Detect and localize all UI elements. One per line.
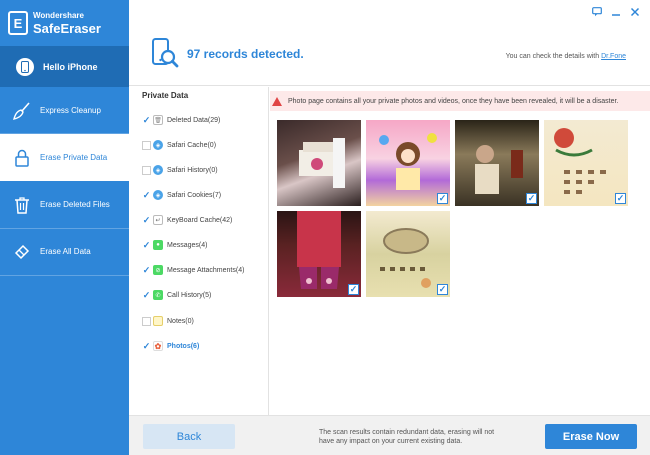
lock-icon: [11, 147, 33, 169]
category-safari-cookies[interactable]: ◈ Safari Cookies(7): [142, 188, 221, 202]
category-photos[interactable]: ✿ Photos(6): [142, 339, 199, 353]
checkbox[interactable]: [142, 290, 151, 300]
photo-checkbox[interactable]: ✓: [437, 193, 448, 204]
warning-text: Photo page contains all your private pho…: [288, 97, 619, 105]
private-data-title: Private Data: [142, 91, 189, 100]
category-label: Safari History(0): [167, 166, 218, 174]
broom-icon: [11, 100, 33, 122]
sidebar-item-label: Erase Deleted Files: [40, 200, 110, 209]
iphone-icon: [14, 56, 36, 78]
sidebar-item-hello-iphone[interactable]: Hello iPhone: [0, 46, 129, 87]
sidebar-item-erase-private-data[interactable]: Erase Private Data: [0, 134, 129, 181]
checkbox[interactable]: [142, 265, 151, 275]
category-messages[interactable]: ● Messages(4): [142, 238, 207, 252]
feedback-icon[interactable]: [592, 7, 602, 17]
checkbox[interactable]: [142, 140, 151, 150]
sidebar-item-label: Hello iPhone: [43, 61, 98, 72]
back-button[interactable]: Back: [143, 424, 235, 449]
checkbox[interactable]: [142, 341, 151, 351]
records-detected-title: 97 records detected.: [187, 47, 304, 61]
category-keyboard-cache[interactable]: ↵ KeyBoard Cache(42): [142, 213, 232, 227]
keyboard-icon: ↵: [153, 215, 163, 225]
category-label: Message Attachments(4): [167, 266, 245, 274]
sidebar-item-express-cleanup[interactable]: Express Cleanup: [0, 87, 129, 134]
minimize-button[interactable]: [611, 7, 621, 17]
sidebar-item-erase-all-data[interactable]: Erase All Data: [0, 228, 129, 275]
category-label: KeyBoard Cache(42): [167, 216, 233, 224]
drfone-link[interactable]: Dr.Fone: [601, 53, 626, 60]
safari-icon: ◈: [153, 165, 163, 175]
photo-thumbnail[interactable]: ✓: [544, 120, 628, 206]
photos-icon: ✿: [153, 341, 163, 351]
sidebar-item-erase-deleted-files[interactable]: Erase Deleted Files: [0, 181, 129, 228]
checkbox[interactable]: [142, 190, 151, 200]
category-call-history[interactable]: ✆ Call History(5): [142, 288, 211, 302]
header: 97 records detected. You can check the d…: [129, 0, 650, 86]
category-label: Notes(0): [167, 317, 194, 325]
category-label: Call History(5): [167, 291, 212, 299]
footer: Back The scan results contain redundant …: [129, 415, 650, 455]
photo-checkbox[interactable]: ✓: [526, 193, 537, 204]
close-button[interactable]: [630, 7, 640, 17]
notes-icon: [153, 316, 163, 326]
app-name: SafeEraser: [33, 20, 101, 36]
trash-icon: [11, 194, 33, 216]
photo-checkbox[interactable]: ✓: [348, 284, 359, 295]
sidebar-item-label: Erase All Data: [40, 247, 91, 256]
brand-name: Wondershare: [33, 10, 84, 20]
category-label: Safari Cookies(7): [167, 191, 222, 199]
photo-checkbox[interactable]: ✓: [615, 193, 626, 204]
app-logo: E Wondershare SafeEraser: [0, 0, 129, 46]
divider: [0, 275, 129, 276]
sidebar: E Wondershare SafeEraser Hello iPhone Ex…: [0, 0, 129, 455]
photo-thumbnail[interactable]: ✓: [277, 211, 361, 297]
category-safari-history[interactable]: ◈ Safari History(0): [142, 163, 218, 177]
attachment-icon: ⊘: [153, 265, 163, 275]
redundant-data-note: The scan results contain redundant data,…: [319, 429, 495, 446]
phone-icon: ✆: [153, 290, 163, 300]
category-label: Photos(6): [167, 342, 200, 350]
photo-thumbnail[interactable]: ✓: [366, 211, 450, 297]
checkbox[interactable]: [142, 215, 151, 225]
category-notes[interactable]: Notes(0): [142, 314, 194, 328]
checkbox[interactable]: [142, 240, 151, 250]
privacy-warning: Photo page contains all your private pho…: [270, 91, 650, 111]
erase-now-button[interactable]: Erase Now: [545, 424, 637, 449]
category-safari-cache[interactable]: ◈ Safari Cache(0): [142, 138, 216, 152]
trash-icon: 🗑: [153, 115, 163, 125]
category-message-attachments[interactable]: ⊘ Message Attachments(4): [142, 263, 244, 277]
sidebar-item-label: Express Cleanup: [40, 106, 101, 115]
safeeraser-logo-icon: E: [8, 11, 28, 35]
eraser-icon: [11, 241, 33, 263]
photo-thumbnail[interactable]: ✓: [366, 120, 450, 206]
details-hint: You can check the details with Dr.Fone: [506, 53, 626, 60]
photos-content: Photo page contains all your private pho…: [270, 87, 650, 415]
safari-icon: ◈: [153, 140, 163, 150]
phone-search-icon: [151, 38, 179, 72]
safari-icon: ◈: [153, 190, 163, 200]
photo-checkbox[interactable]: ✓: [437, 284, 448, 295]
checkbox[interactable]: [142, 115, 151, 125]
category-label: Messages(4): [167, 241, 208, 249]
private-data-panel: Private Data 🗑 Deleted Data(29) ◈ Safari…: [129, 87, 269, 415]
sidebar-item-label: Erase Private Data: [40, 153, 108, 162]
photo-thumbnail[interactable]: ✓: [455, 120, 539, 206]
details-hint-text: You can check the details with: [505, 53, 602, 60]
warning-icon: [272, 96, 282, 106]
category-label: Safari Cache(0): [167, 141, 217, 149]
checkbox[interactable]: [142, 316, 151, 326]
category-label: Deleted Data(29): [167, 116, 221, 124]
category-deleted-data[interactable]: 🗑 Deleted Data(29): [142, 113, 220, 127]
photo-thumbnail[interactable]: [277, 120, 361, 206]
checkbox[interactable]: [142, 165, 151, 175]
messages-icon: ●: [153, 240, 163, 250]
